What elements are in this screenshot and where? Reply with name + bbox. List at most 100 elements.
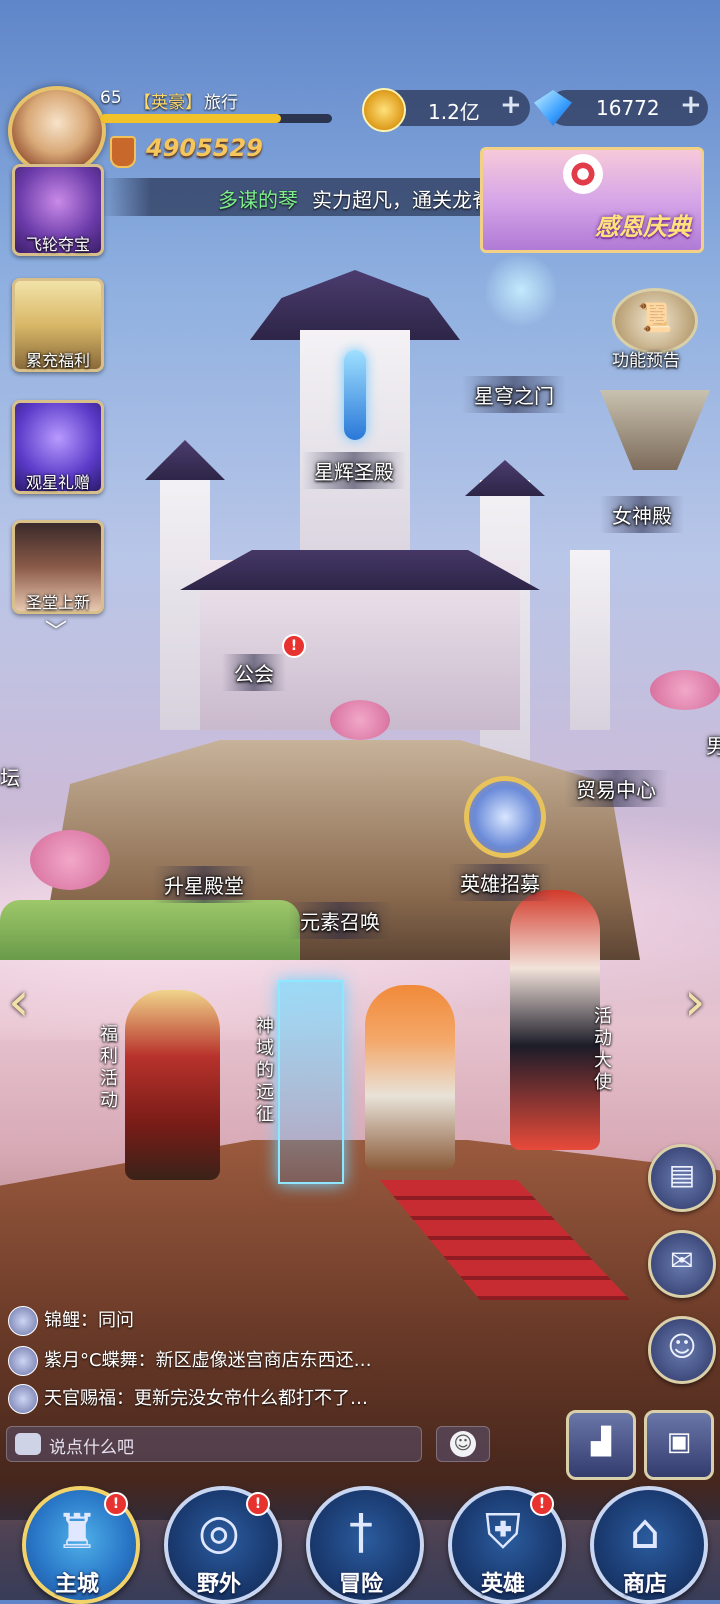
player-name: 旅行	[204, 93, 238, 113]
add-gems-button[interactable]: +	[680, 90, 702, 120]
nav-shop[interactable]: ⌂ 商店	[590, 1486, 708, 1604]
backpack-button[interactable]: ▣	[644, 1410, 714, 1480]
ranking-icon: ▟	[591, 1427, 611, 1457]
sakura-tree	[330, 700, 390, 740]
far-right-tower	[570, 550, 610, 730]
nav-label: 英雄	[480, 1572, 525, 1597]
candy-icon	[563, 154, 603, 194]
npc-hero-girl[interactable]	[365, 985, 455, 1170]
side-item-label: 累充福利	[25, 351, 90, 370]
certificate-button[interactable]: ▤	[648, 1144, 716, 1212]
npc-ambassador-character[interactable]	[510, 890, 600, 1150]
player-title-tag: 【英豪】	[134, 93, 202, 113]
npc-expedition-label[interactable]: 神域的远征	[254, 1016, 276, 1126]
building-guild[interactable]: 公会	[222, 654, 286, 691]
avatar	[8, 1346, 38, 1376]
npc-welfare-label[interactable]: 福利活动	[98, 1024, 120, 1112]
nav-alert-badge: !	[246, 1492, 270, 1516]
gem-amount: 16772	[596, 96, 660, 120]
floating-island	[600, 390, 710, 470]
npc-welfare-character[interactable]	[125, 990, 220, 1180]
friends-icon: ☺	[667, 1330, 697, 1363]
chat-text: 新区虚像迷宫商店东西还…	[155, 1350, 372, 1371]
nav-alert-badge: !	[530, 1492, 554, 1516]
avatar	[8, 1384, 38, 1414]
chat-bubble-icon	[15, 1433, 41, 1455]
nav-label: 野外	[196, 1572, 241, 1597]
sakura-tree	[650, 670, 720, 710]
building-altar-partial[interactable]: 坛	[0, 762, 20, 791]
grass-ledge	[0, 900, 300, 960]
star-gate-icon[interactable]	[486, 250, 556, 330]
chat-input[interactable]: 说点什么吧	[6, 1426, 422, 1462]
sakura-tree	[30, 830, 110, 890]
side-item-sanctuary-new[interactable]: 圣堂上新	[12, 520, 104, 614]
nav-label: 冒险	[338, 1572, 383, 1597]
nav-main-city[interactable]: ♜ 主城 !	[22, 1486, 140, 1604]
chat-sender: 锦鲤	[44, 1310, 80, 1331]
add-coins-button[interactable]: +	[500, 90, 522, 120]
chat-message[interactable]: 紫月°C蝶舞：新区虚像迷宫商店东西还…	[8, 1346, 372, 1376]
building-goddess-hall[interactable]: 女神殿	[600, 496, 684, 533]
side-item-label: 圣堂上新	[25, 593, 90, 612]
thanksgiving-event-banner[interactable]: 感恩庆典	[480, 147, 704, 253]
mail-icon: ✉	[670, 1244, 694, 1277]
side-item-wheel-treasure[interactable]: 飞轮夺宝	[12, 164, 104, 256]
chat-message[interactable]: 天官赐福：更新完没女帝什么都打不了…	[8, 1384, 368, 1414]
shop-icon: ⌂	[629, 1504, 661, 1560]
building-star-gate[interactable]: 星穹之门	[462, 376, 566, 413]
nav-hero[interactable]: ⛨ 英雄 !	[448, 1486, 566, 1604]
building-star-palace[interactable]: 星辉圣殿	[302, 452, 406, 489]
nav-label: 商店	[622, 1572, 667, 1597]
exp-bar-fill	[100, 114, 281, 123]
feature-preview-label: 功能预告	[612, 351, 680, 371]
player-level: 65	[100, 88, 122, 108]
combat-power-value: 4905529	[146, 134, 263, 162]
gold-coin-icon	[362, 88, 406, 132]
guild-alert-badge: !	[282, 634, 306, 658]
chat-placeholder: 说点什么吧	[49, 1438, 134, 1458]
chat-text: 更新完没女帝什么都打不了…	[134, 1388, 368, 1409]
building-hero-recruit[interactable]: 英雄招募	[448, 864, 552, 901]
side-item-stargazing-gift[interactable]: 观星礼赠	[12, 400, 104, 494]
hero-recruit-orb-icon[interactable]	[464, 776, 546, 858]
nav-alert-badge: !	[104, 1492, 128, 1516]
chat-separator: ：	[116, 1388, 134, 1409]
emoji-button[interactable]: ☺	[436, 1426, 490, 1462]
exp-bar	[100, 114, 332, 123]
side-item-label: 飞轮夺宝	[25, 235, 90, 254]
building-partial-right[interactable]: 男	[706, 730, 720, 759]
chat-separator: ：	[80, 1310, 98, 1331]
nav-adventure[interactable]: † 冒险	[306, 1486, 424, 1604]
building-star-rise-hall[interactable]: 升星殿堂	[152, 866, 256, 903]
chat-sender: 紫月°C蝶舞	[44, 1350, 138, 1371]
scroll-down-chevron-icon[interactable]: ﹀	[38, 614, 74, 645]
chat-sender: 天官赐福	[44, 1388, 116, 1409]
npc-ambassador-label[interactable]: 活动大使	[592, 1006, 614, 1094]
right-tower-roof	[465, 460, 545, 496]
chat-message[interactable]: 锦鲤：同问	[8, 1306, 134, 1336]
sword-icon: †	[349, 1504, 373, 1560]
side-item-label: 观星礼赠	[25, 473, 90, 492]
scroll-icon: ▤	[668, 1158, 696, 1191]
scroll-right-arrow-icon[interactable]: ›	[684, 970, 706, 1033]
event-banner-label: 感恩庆典	[595, 213, 691, 241]
side-item-recharge-welfare[interactable]: 累充福利	[12, 278, 104, 372]
chat-text: 同问	[98, 1310, 134, 1331]
scroll-left-arrow-icon[interactable]: ‹	[8, 970, 30, 1033]
npc-expedition-portal[interactable]	[278, 980, 344, 1184]
building-element-summon[interactable]: 元素召唤	[288, 902, 392, 939]
scroll-icon: 📜	[637, 301, 673, 334]
backpack-icon: ▣	[666, 1427, 692, 1457]
mail-button[interactable]: ✉	[648, 1230, 716, 1298]
announcement-player-name: 多谋的琴	[218, 188, 298, 212]
building-trade-center[interactable]: 贸易中心	[564, 770, 668, 807]
left-tower-roof	[145, 440, 225, 480]
feature-preview-button[interactable]: 📜	[612, 288, 698, 354]
ranking-button[interactable]: ▟	[566, 1410, 636, 1480]
coin-amount: 1.2亿	[428, 100, 480, 124]
crystal-icon	[344, 350, 366, 440]
friends-button[interactable]: ☺	[648, 1316, 716, 1384]
player-avatar[interactable]	[8, 86, 106, 176]
nav-wild[interactable]: ◎ 野外 !	[164, 1486, 282, 1604]
